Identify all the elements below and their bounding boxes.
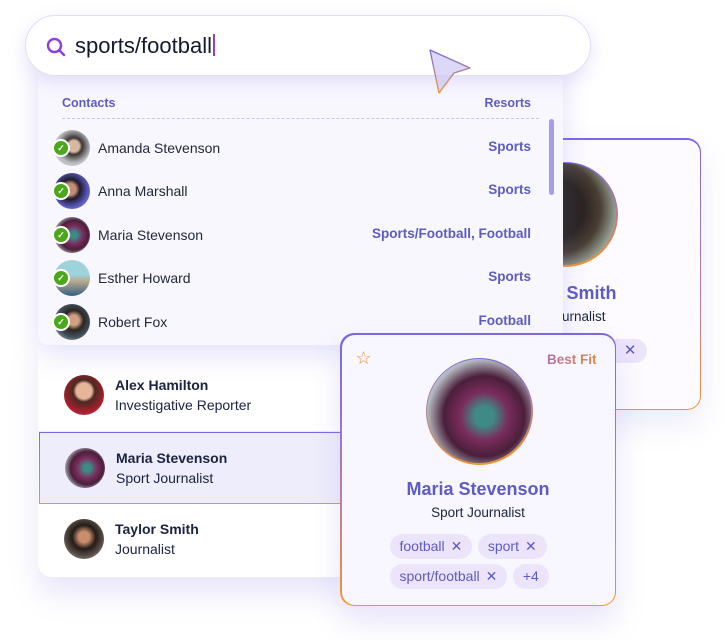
- more-tags-button[interactable]: +4: [512, 563, 549, 589]
- contact-name: Taylor Smith: [115, 521, 199, 537]
- star-icon[interactable]: ☆: [356, 349, 372, 367]
- check-icon[interactable]: ✓: [52, 313, 70, 331]
- tag-chip[interactable]: sport ✕: [477, 533, 547, 559]
- check-icon[interactable]: ✓: [52, 269, 70, 287]
- tag-list: football ✕ sport ✕ sport/football ✕ +4: [389, 533, 580, 594]
- text-caret: [212, 34, 215, 56]
- profile-card-maria-stevenson[interactable]: ☆ Best Fit Maria Stevenson Sport Journal…: [340, 333, 616, 606]
- contact-role: Investigative Reporter: [115, 397, 252, 413]
- profile-name: Smith: [566, 282, 617, 303]
- search-results-dropdown: Contacts Resorts ✓ Amanda Stevenson Spor…: [38, 60, 563, 345]
- contact-name: Maria Stevenson: [116, 450, 228, 466]
- result-resort: Sports/Football, Football: [372, 226, 531, 241]
- check-icon[interactable]: ✓: [52, 139, 70, 157]
- column-header-resorts: Resorts: [484, 96, 531, 110]
- result-row[interactable]: ✓ Esther Howard Sports: [38, 258, 563, 298]
- result-name: Amanda Stevenson: [98, 140, 221, 156]
- profile-name: Maria Stevenson: [406, 478, 550, 499]
- result-row[interactable]: ✓ Maria Stevenson Sports/Football, Footb…: [38, 215, 563, 255]
- avatar: [64, 519, 104, 559]
- result-resort: Sports: [488, 182, 531, 197]
- contact-row[interactable]: Alex Hamilton Investigative Reporter: [38, 359, 358, 431]
- result-resort: Sports: [488, 139, 531, 154]
- result-name: Esther Howard: [98, 270, 191, 286]
- divider: [62, 118, 539, 119]
- contacts-list: Alex Hamilton Investigative Reporter Mar…: [38, 345, 359, 577]
- tag-chip[interactable]: football ✕: [389, 533, 473, 559]
- contact-name: Alex Hamilton: [115, 377, 209, 393]
- result-row[interactable]: ✓ Anna Marshall Sports: [38, 171, 563, 211]
- result-resort: Sports: [488, 269, 531, 284]
- search-bar[interactable]: sports/football: [25, 15, 591, 76]
- remove-tag-icon[interactable]: ✕: [525, 538, 537, 555]
- result-name: Maria Stevenson: [98, 227, 204, 243]
- contact-role: Sport Journalist: [116, 470, 214, 486]
- remove-tag-icon[interactable]: ✕: [486, 568, 498, 585]
- tag-chip[interactable]: sport/football ✕: [389, 563, 508, 589]
- result-resort: Football: [478, 313, 532, 328]
- avatar: [64, 375, 104, 415]
- remove-tag-icon[interactable]: ✕: [451, 538, 463, 555]
- check-icon[interactable]: ✓: [52, 182, 70, 200]
- tag-label: sport/football: [399, 568, 480, 584]
- search-icon: [46, 37, 66, 62]
- best-fit-badge: Best Fit: [546, 351, 597, 367]
- contact-role: Journalist: [115, 541, 175, 557]
- profile-avatar: [425, 357, 533, 465]
- result-name: Robert Fox: [98, 314, 168, 330]
- search-input[interactable]: sports/football: [75, 33, 215, 59]
- scrollbar[interactable]: [549, 119, 554, 195]
- avatar: [65, 448, 105, 488]
- contact-row-selected[interactable]: Maria Stevenson Sport Journalist: [39, 432, 359, 504]
- check-icon[interactable]: ✓: [52, 226, 70, 244]
- result-row[interactable]: ✓ Amanda Stevenson Sports: [38, 128, 563, 168]
- pointer-cursor-icon: [428, 48, 472, 99]
- contact-row[interactable]: Taylor Smith Journalist: [38, 503, 358, 575]
- tag-label: football: [399, 538, 445, 554]
- result-name: Anna Marshall: [98, 183, 188, 199]
- remove-tag-icon[interactable]: ✕: [624, 341, 637, 359]
- column-header-contacts: Contacts: [62, 96, 116, 110]
- profile-role: Sport Journalist: [431, 504, 525, 520]
- tag-label: sport: [487, 538, 519, 554]
